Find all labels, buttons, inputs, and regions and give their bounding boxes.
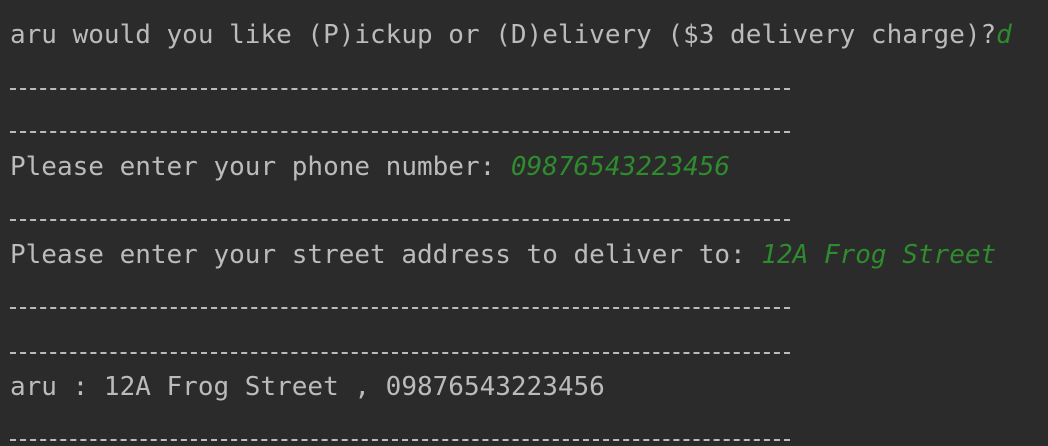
- delivery-prompt-text: aru would you like (P)ickup or (D)eliver…: [10, 20, 997, 50]
- address-prompt-text: Please enter your street address to deli…: [10, 240, 762, 270]
- phone-prompt-line: Please enter your phone number: 09876543…: [10, 152, 730, 182]
- run-console-output[interactable]: aru would you like (P)ickup or (D)eliver…: [0, 0, 1048, 446]
- separator-line: [10, 439, 790, 441]
- order-summary-text: aru : 12A Frog Street , 09876543223456: [10, 372, 605, 402]
- street-address-input: 12A Frog Street: [761, 240, 997, 270]
- separator-line: [10, 88, 790, 90]
- phone-prompt-text: Please enter your phone number:: [10, 152, 511, 182]
- separator-line: [10, 307, 790, 309]
- separator-line: [10, 219, 790, 221]
- separator-line: [10, 131, 790, 133]
- delivery-choice-input: d: [996, 20, 1012, 50]
- delivery-prompt-line: aru would you like (P)ickup or (D)eliver…: [10, 20, 1012, 50]
- order-summary-line: aru : 12A Frog Street , 09876543223456: [10, 372, 605, 402]
- address-prompt-line: Please enter your street address to deli…: [10, 240, 996, 270]
- phone-number-input: 09876543223456: [510, 152, 731, 182]
- separator-line: [10, 352, 790, 354]
